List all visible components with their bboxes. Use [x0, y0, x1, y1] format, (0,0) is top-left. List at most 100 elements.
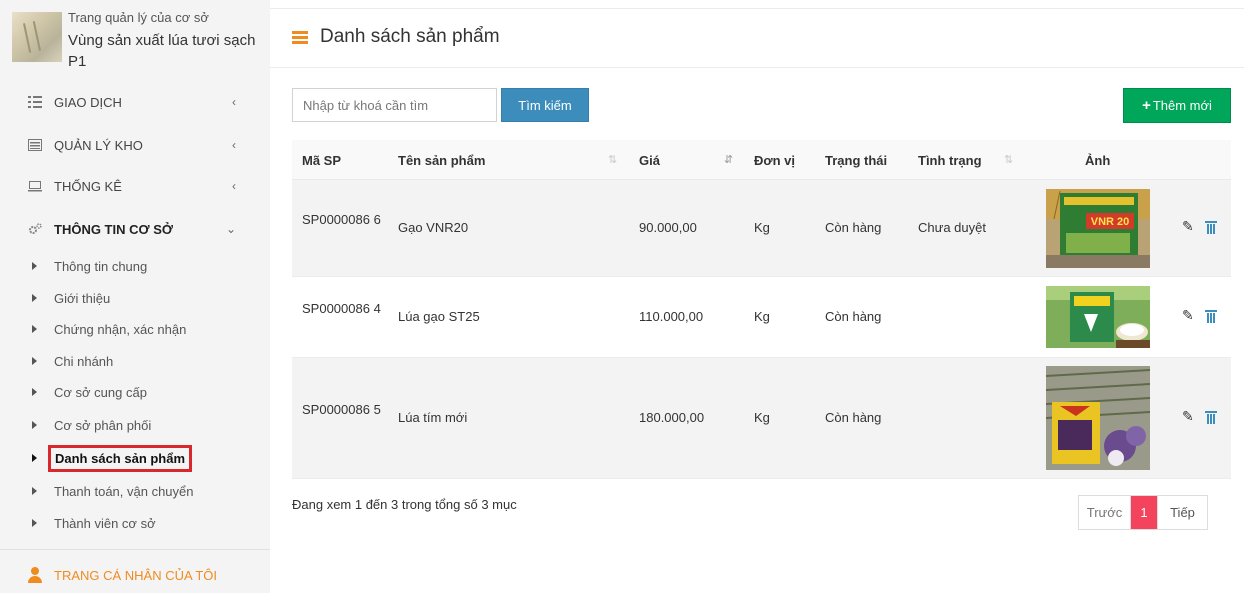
- submenu-label: Thành viên cơ sở: [54, 515, 156, 531]
- caret-right-icon: [32, 325, 37, 333]
- search-button[interactable]: Tìm kiếm: [501, 88, 589, 122]
- sidebar: Trang quản lý của cơ sở Vùng sản xuất lú…: [0, 0, 270, 593]
- top-divider: [270, 8, 1244, 9]
- trash-icon[interactable]: [1205, 310, 1217, 323]
- next-page-button[interactable]: Tiếp: [1157, 496, 1207, 529]
- cell-name: Lúa tím mới: [398, 410, 468, 425]
- submenu-chung-nhan[interactable]: Chứng nhận, xác nhận: [0, 314, 270, 344]
- pagination: Trước 1 Tiếp: [1078, 495, 1208, 530]
- monitor-icon: [28, 180, 42, 192]
- trash-icon[interactable]: [1205, 221, 1217, 234]
- edit-icon[interactable]: ✎: [1182, 408, 1194, 425]
- brand-subtitle: Trang quản lý của cơ sở: [68, 10, 209, 25]
- caret-right-icon: [32, 294, 37, 302]
- cell-status: Còn hàng: [825, 309, 882, 324]
- chevron-left-icon: ‹: [232, 179, 236, 193]
- brand-logo: [12, 12, 62, 62]
- submenu-chi-nhanh[interactable]: Chi nhánh: [0, 346, 270, 376]
- cell-price: 90.000,00: [639, 220, 697, 235]
- cell-price: 180.000,00: [639, 410, 705, 425]
- menu-item-giao-dich[interactable]: GIAO DỊCH ‹: [0, 82, 270, 122]
- caret-right-icon: [32, 262, 37, 270]
- sort-amount-icon[interactable]: ⇵: [724, 153, 733, 166]
- add-new-label: Thêm mới: [1152, 98, 1212, 113]
- grid-icon: [28, 96, 42, 108]
- chevron-down-icon: ⌄: [225, 222, 236, 236]
- product-image-vnr20[interactable]: VNR 20: [1046, 189, 1150, 268]
- brand: Trang quản lý của cơ sở Vùng sản xuất lú…: [0, 0, 270, 88]
- header-divider: [270, 67, 1244, 68]
- page-title: Danh sách sản phẩm: [320, 26, 500, 47]
- cell-name: Gạo VNR20: [398, 220, 469, 235]
- submenu-label: Giới thiệu: [54, 290, 111, 306]
- submenu-label: Thanh toán, vận chuyển: [54, 483, 194, 499]
- caret-right-icon: [32, 487, 37, 495]
- page-header: Danh sách sản phẩm: [292, 26, 500, 48]
- cell-unit: Kg: [754, 309, 770, 324]
- submenu-co-so-phan-phoi[interactable]: Cơ sở phân phối: [0, 410, 270, 440]
- cell-code: SP0000086 5: [302, 402, 381, 417]
- cell-condition: Chưa duyệt: [918, 220, 986, 235]
- menu-item-label: TRANG CÁ NHÂN CỦA TÔI: [54, 567, 218, 583]
- caret-right-icon: [32, 357, 37, 365]
- product-image-purple-rice[interactable]: [1046, 366, 1150, 470]
- column-header-name[interactable]: Tên sản phẩm: [398, 140, 485, 180]
- cell-unit: Kg: [754, 410, 770, 425]
- submenu-thong-tin-chung[interactable]: Thông tin chung: [0, 251, 270, 281]
- table-row: SP0000086 6 Gạo VNR20 90.000,00 Kg Còn h…: [292, 180, 1231, 277]
- cell-name: Lúa gạo ST25: [398, 309, 480, 324]
- menu-item-label: QUẢN LÝ KHO: [54, 137, 143, 153]
- menu-item-quan-ly-kho[interactable]: QUẢN LÝ KHO ‹: [0, 125, 270, 165]
- sort-icon[interactable]: ⇅: [608, 153, 617, 166]
- cell-price: 110.000,00: [639, 309, 704, 324]
- submenu-co-so-cung-cap[interactable]: Cơ sở cung cấp: [0, 377, 270, 407]
- submenu-label: Cơ sở phân phối: [54, 417, 152, 433]
- chevron-left-icon: ‹: [232, 95, 236, 109]
- user-icon: [28, 567, 42, 583]
- menu-item-label: THÔNG TIN CƠ SỞ: [54, 221, 173, 237]
- column-header-status[interactable]: Trạng thái: [825, 140, 887, 180]
- plus-icon: +: [1142, 97, 1151, 114]
- page-1-button[interactable]: 1: [1131, 496, 1157, 529]
- cell-unit: Kg: [754, 220, 770, 235]
- table-header: Mã SP Tên sản phẩm ⇅ Giá ⇵ Đơn vị Trạng …: [292, 140, 1231, 180]
- sort-icon[interactable]: ⇅: [1004, 153, 1013, 166]
- product-image-st25[interactable]: [1046, 286, 1150, 348]
- caret-right-icon: [32, 519, 37, 527]
- cell-code: SP0000086 6: [302, 212, 381, 227]
- chevron-left-icon: ‹: [232, 138, 236, 152]
- column-header-condition[interactable]: Tình trạng: [918, 140, 982, 180]
- prev-page-button[interactable]: Trước: [1079, 496, 1131, 529]
- list-icon: [28, 139, 42, 151]
- menu-item-profile[interactable]: TRANG CÁ NHÂN CỦA TÔI: [0, 561, 270, 589]
- submenu-thanh-vien[interactable]: Thành viên cơ sở: [0, 508, 270, 538]
- column-header-code[interactable]: Mã SP: [302, 140, 341, 180]
- submenu-thanh-toan[interactable]: Thanh toán, vận chuyển: [0, 476, 270, 506]
- column-header-image: Ảnh: [1085, 152, 1111, 168]
- caret-right-icon: [32, 454, 37, 462]
- submenu-label: Cơ sở cung cấp: [54, 384, 147, 400]
- submenu-danh-sach-san-pham[interactable]: Danh sách sản phẩm: [0, 443, 270, 473]
- submenu-label: Thông tin chung: [54, 258, 148, 274]
- hamburger-icon[interactable]: [292, 30, 308, 44]
- table-info: Đang xem 1 đến 3 trong tổng số 3 mục: [292, 497, 517, 512]
- search-input[interactable]: [292, 88, 497, 122]
- table-row: SP0000086 4 Lúa gạo ST25 110.000,00 Kg C…: [292, 277, 1231, 358]
- caret-right-icon: [32, 388, 37, 396]
- edit-icon[interactable]: ✎: [1182, 307, 1194, 324]
- cell-code: SP0000086 4: [302, 301, 381, 316]
- add-new-button[interactable]: + Thêm mới: [1123, 88, 1231, 123]
- menu-item-label: GIAO DỊCH: [54, 94, 122, 110]
- edit-icon[interactable]: ✎: [1182, 218, 1194, 235]
- gears-icon: [28, 223, 42, 235]
- menu-item-label: THỐNG KÊ: [54, 178, 122, 194]
- menu-item-thong-tin-co-so[interactable]: THÔNG TIN CƠ SỞ ⌄: [0, 209, 270, 249]
- submenu-label: Danh sách sản phẩm: [47, 444, 193, 472]
- cell-status: Còn hàng: [825, 220, 882, 235]
- column-header-unit[interactable]: Đơn vị: [754, 140, 795, 180]
- menu-item-thong-ke[interactable]: THỐNG KÊ ‹: [0, 166, 270, 206]
- sidebar-divider: [0, 549, 270, 550]
- column-header-price[interactable]: Giá: [639, 140, 660, 180]
- submenu-gioi-thieu[interactable]: Giới thiệu: [0, 283, 270, 313]
- trash-icon[interactable]: [1205, 411, 1217, 424]
